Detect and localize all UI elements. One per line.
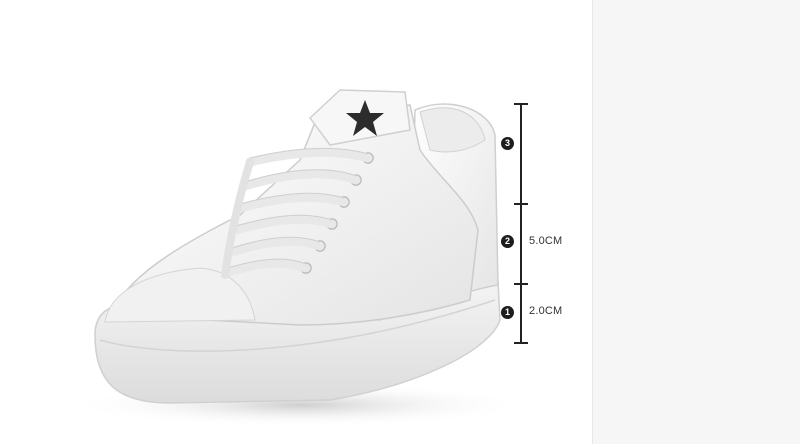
- ruler-tick-lower: [514, 283, 528, 285]
- measurement-5cm: 5.0CM: [529, 235, 563, 247]
- ruler-tick-middle: [514, 203, 528, 205]
- sneaker-photo: [70, 89, 530, 427]
- ruler-tick-bottom: [514, 342, 528, 344]
- marker-1: 1: [501, 306, 514, 319]
- ruler-tick-top: [514, 103, 528, 105]
- height-ruler: [520, 104, 522, 344]
- marker-3: 3: [501, 137, 514, 150]
- side-panel: [592, 0, 800, 444]
- marker-2: 2: [501, 235, 514, 248]
- measurement-2cm: 2.0CM: [529, 305, 563, 317]
